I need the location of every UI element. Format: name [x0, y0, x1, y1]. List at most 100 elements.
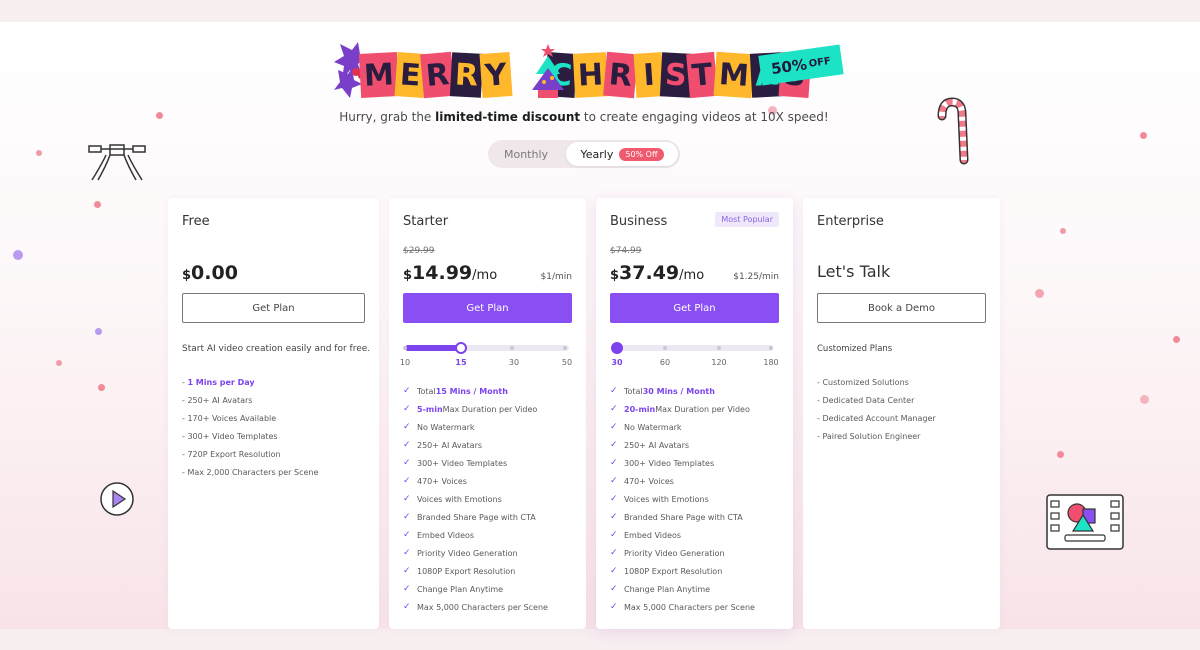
feature-text: Change Plan Anytime	[417, 584, 504, 594]
subtitle-post: to create engaging videos at 10X speed!	[580, 110, 829, 124]
get-plan-button[interactable]: Get Plan	[403, 293, 572, 323]
feature-item: ✓ No Watermark	[403, 418, 548, 436]
bottom-strip	[0, 629, 1200, 650]
feature-item: ✓ Embed Videos	[403, 526, 548, 544]
feature-text: Max Duration per Video	[655, 404, 750, 414]
slider-tick	[769, 346, 773, 350]
feature-text: Voices with Emotions	[624, 494, 709, 504]
feature-text: Customized Solutions	[822, 377, 909, 387]
banner-letters: M E R R Y C H R I S T M A S	[358, 46, 811, 104]
feature-item: - 170+ Voices Available	[182, 413, 277, 423]
check-icon: ✓	[610, 440, 618, 450]
feature-item: ✓ Embed Videos	[610, 526, 755, 544]
check-icon: ✓	[403, 512, 411, 522]
feature-highlight: 1 Mins per Day	[187, 377, 255, 387]
per-minute-rate: $1/min	[540, 272, 572, 282]
feature-list: ✓ Total 30 Mins / Month ✓ 20-min Max Durat…	[610, 382, 755, 616]
feature-text: Max Duration per Video	[442, 404, 538, 414]
slider-handle[interactable]	[611, 342, 623, 354]
feature-item: ✓ Max 5,000 Characters per Scene	[610, 598, 755, 616]
check-icon: ✓	[610, 530, 618, 540]
feature-item: ✓ 470+ Voices	[610, 472, 755, 490]
feature-text: Max 5,000 Characters per Scene	[624, 602, 755, 612]
slider-tick	[663, 346, 667, 350]
confetti-dot	[95, 328, 102, 335]
plan-description: Start AI video creation easily and for f…	[182, 344, 371, 354]
feature-text: 470+ Voices	[417, 476, 467, 486]
feature-text: Priority Video Generation	[624, 548, 725, 558]
feature-highlight: 20-min	[624, 404, 656, 414]
slider-tick-label: 10	[399, 358, 411, 367]
book-demo-button[interactable]: Book a Demo	[817, 293, 986, 323]
feature-item: ✓ Priority Video Generation	[403, 544, 548, 562]
feature-item: - 720P Export Resolution	[182, 449, 281, 459]
feature-text: Branded Share Page with CTA	[624, 512, 743, 522]
price-amount: 14.99	[412, 262, 473, 284]
minutes-slider[interactable]: 10 15 30 50	[400, 342, 572, 368]
feature-item: ✓ Total 30 Mins / Month	[610, 382, 755, 400]
plan-description: Customized Plans	[817, 344, 893, 354]
slider-handle[interactable]	[455, 342, 467, 354]
feature-item: - Max 2,000 Characters per Scene	[182, 467, 319, 477]
christmas-tree-icon	[532, 44, 564, 98]
feature-text: Paired Solution Engineer	[822, 431, 921, 441]
feature-item: ✓ 250+ AI Avatars	[403, 436, 548, 454]
feature-text: Total	[624, 386, 643, 396]
slider-tick	[510, 346, 514, 350]
feature-item: ✓ Max 5,000 Characters per Scene	[403, 598, 548, 616]
get-plan-button[interactable]: Get Plan	[610, 293, 779, 323]
feature-item: ✓ 250+ AI Avatars	[610, 436, 755, 454]
slider-tick-label: 180	[763, 358, 779, 367]
check-icon: ✓	[403, 530, 411, 540]
feature-item: ✓ 470+ Voices	[403, 472, 548, 490]
feature-text: Branded Share Page with CTA	[417, 512, 536, 522]
feature-text: No Watermark	[417, 422, 475, 432]
price-period: /mo	[679, 268, 705, 283]
check-icon: ✓	[610, 458, 618, 468]
price-currency: $	[182, 268, 192, 283]
check-icon: ✓	[403, 422, 411, 432]
feature-text: 250+ AI Avatars	[187, 395, 253, 405]
check-icon: ✓	[403, 386, 411, 396]
feature-text: 170+ Voices Available	[187, 413, 277, 423]
slider-track	[615, 345, 773, 351]
old-price: $74.99	[610, 246, 642, 256]
slider-tick	[717, 346, 721, 350]
feature-item: - Paired Solution Engineer	[817, 431, 921, 441]
minutes-slider[interactable]: 30 60 120 180	[611, 342, 779, 368]
feature-item: ✓ Change Plan Anytime	[403, 580, 548, 598]
check-icon: ✓	[610, 476, 618, 486]
confetti-dot	[1060, 228, 1066, 234]
toggle-yearly[interactable]: Yearly 50% Off	[566, 142, 678, 166]
confetti-dot	[1035, 289, 1044, 298]
confetti-dot	[1140, 132, 1147, 139]
candy-cane-icon	[937, 97, 969, 165]
slider-tick-label: 120	[711, 358, 727, 367]
feature-text: Dedicated Data Center	[822, 395, 915, 405]
banner-letter: M	[358, 52, 399, 98]
most-popular-badge: Most Popular	[715, 212, 779, 227]
billing-toggle[interactable]: Monthly Yearly 50% Off	[488, 140, 680, 168]
plan-price: $14.99/mo	[403, 262, 497, 284]
feature-item: ✓ 1080P Export Resolution	[610, 562, 755, 580]
slider-tick-label: 30	[611, 358, 623, 367]
check-icon: ✓	[610, 602, 618, 612]
get-plan-button[interactable]: Get Plan	[182, 293, 365, 323]
subtitle-bold: limited-time discount	[435, 110, 581, 124]
check-icon: ✓	[403, 584, 411, 594]
promo-subtitle: Hurry, grab the limited-time discount to…	[0, 110, 1168, 124]
feature-text: Max 5,000 Characters per Scene	[417, 602, 548, 612]
plan-price: $0.00	[182, 262, 238, 284]
check-icon: ✓	[610, 422, 618, 432]
feature-item: ✓ Branded Share Page with CTA	[610, 508, 755, 526]
plan-card-starter: Starter $29.99 $14.99/mo $1/min Get Plan…	[389, 198, 586, 629]
check-icon: ✓	[403, 458, 411, 468]
feature-text: Change Plan Anytime	[624, 584, 711, 594]
feature-text: 470+ Voices	[624, 476, 674, 486]
confetti-dot	[1057, 451, 1064, 458]
feature-text: 250+ AI Avatars	[624, 440, 690, 450]
plan-card-business: Business Most Popular $74.99 $37.49/mo $…	[596, 198, 793, 629]
feature-item: ✓ Voices with Emotions	[610, 490, 755, 508]
toggle-monthly[interactable]: Monthly	[488, 148, 564, 161]
check-icon: ✓	[610, 386, 618, 396]
